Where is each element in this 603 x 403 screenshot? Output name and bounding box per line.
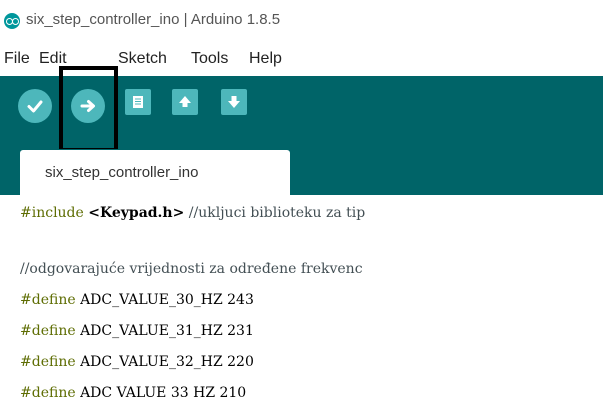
code-comment: //ukljuci biblioteku za tip [184, 205, 366, 221]
code-line-7: #define ADC VALUE 33 HZ 210 [20, 385, 246, 403]
arrow-right-icon [80, 100, 95, 112]
menu-file[interactable]: File [4, 50, 30, 68]
define-body: ADC VALUE 33 HZ 210 [75, 385, 247, 401]
define-body: ADC_VALUE_32_HZ 220 [75, 354, 254, 370]
code-line-6: #define ADC_VALUE_32_HZ 220 [20, 354, 254, 376]
menu-sketch[interactable]: Sketch [118, 50, 167, 68]
code-line-5: #define ADC_VALUE_31_HZ 231 [20, 323, 254, 345]
tab-six-step-controller-ino[interactable]: six_step_controller_ino [20, 150, 290, 195]
verify-button[interactable] [18, 89, 52, 123]
preprocessor-directive: #include [20, 205, 84, 221]
define-body: ADC_VALUE_30_HZ 243 [75, 292, 254, 308]
preprocessor-directive: #define [20, 354, 76, 370]
upload-button[interactable] [71, 89, 105, 123]
preprocessor-directive: #define [20, 292, 76, 308]
library-name: <Keypad.h> [88, 205, 185, 221]
new-button[interactable] [125, 89, 151, 115]
open-arrow-up-icon [179, 96, 191, 107]
preprocessor-directive: #define [20, 385, 76, 401]
define-body: ADC_VALUE_31_HZ 231 [75, 323, 254, 339]
code-comment: //odgovarajuće vrijednosti za određene f… [20, 261, 363, 277]
menu-help[interactable]: Help [249, 50, 282, 68]
code-line-3: //odgovarajuće vrijednosti za određene f… [20, 261, 363, 283]
preprocessor-directive: #define [20, 323, 76, 339]
tab-label: six_step_controller_ino [45, 164, 199, 181]
code-editor[interactable]: #include <Keypad.h> //ukljuci biblioteku… [0, 195, 603, 403]
menu-tools[interactable]: Tools [191, 50, 228, 68]
code-line-1: #include <Keypad.h> //ukljuci biblioteku… [20, 205, 365, 227]
checkmark-icon [27, 100, 43, 113]
toolbar [0, 76, 603, 149]
code-line-4: #define ADC_VALUE_30_HZ 243 [20, 292, 254, 314]
tab-strip: six_step_controller_ino [0, 149, 603, 195]
menu-edit[interactable]: Edit [39, 50, 67, 68]
window-title: six_step_controller_ino | Arduino 1.8.5 [26, 11, 281, 28]
arduino-logo-icon [4, 13, 20, 29]
title-bar: six_step_controller_ino | Arduino 1.8.5 [0, 0, 603, 42]
open-button[interactable] [172, 89, 198, 115]
save-arrow-down-icon [228, 96, 240, 108]
new-file-icon [133, 96, 143, 108]
save-button[interactable] [221, 89, 247, 115]
